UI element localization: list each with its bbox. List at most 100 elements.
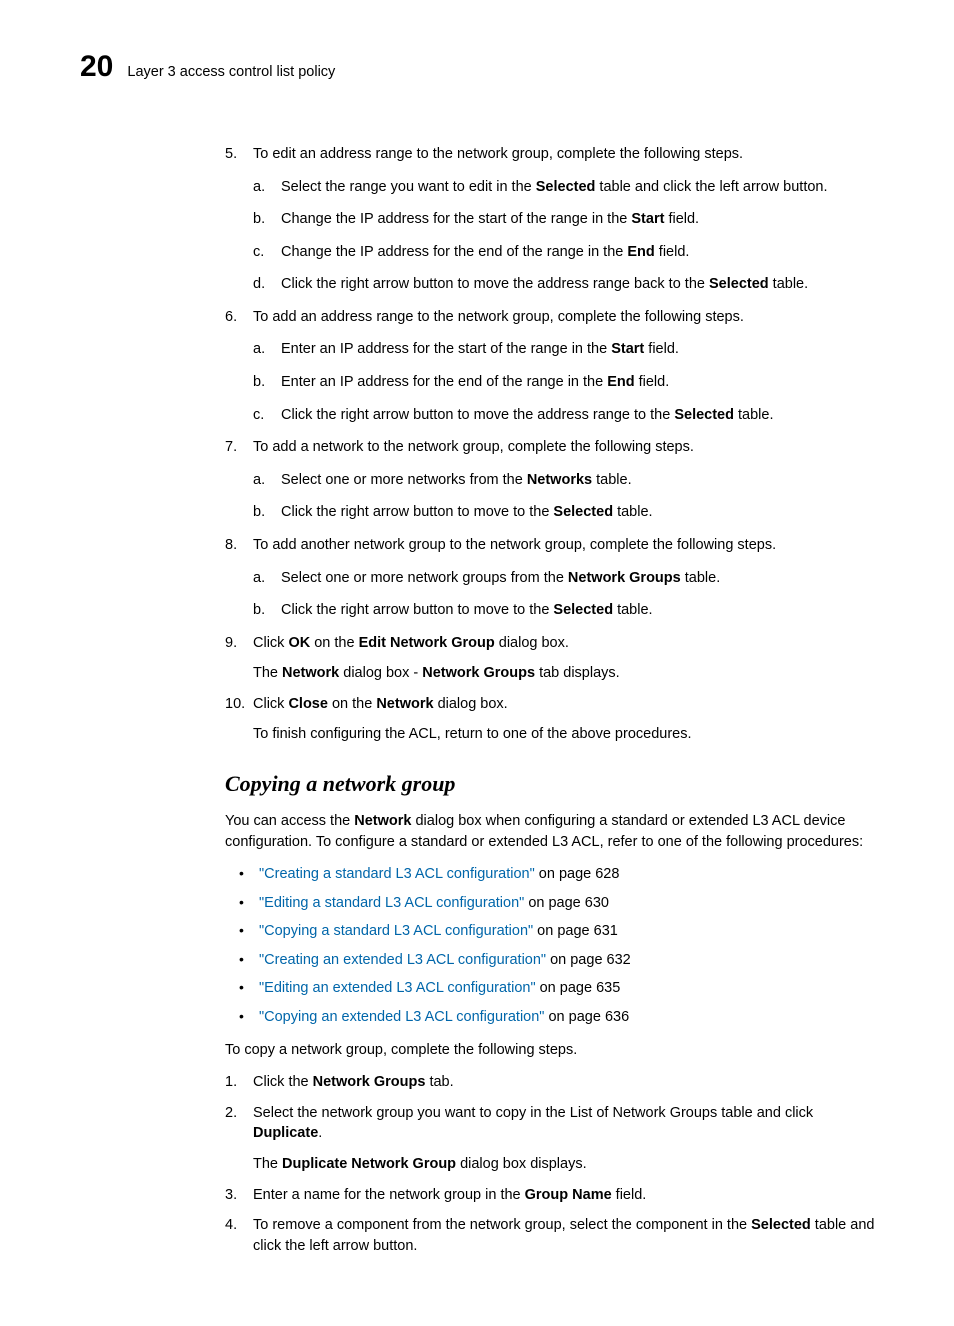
item-text: Enter a name for the network group in th… [253,1187,646,1203]
body-text: To copy a network group, complete the fo… [225,1040,884,1061]
text: dialog box - [339,665,422,681]
follow-text: The Network dialog box - Network Groups … [253,663,884,684]
text: You can access the [225,813,354,829]
list-item: "Copying a standard L3 ACL configuration… [225,921,884,942]
item-text: To add another network group to the netw… [253,537,776,553]
list-item: 8. To add another network group to the ne… [225,535,884,621]
bold-text: Selected [553,602,613,618]
bold-text: Selected [751,1217,811,1233]
list-item: "Creating a standard L3 ACL configuratio… [225,864,884,885]
text: Enter an IP address for the start of the… [281,341,611,357]
list-item: 4. To remove a component from the network… [225,1215,884,1256]
list-item: d. Click the right arrow button to move t… [253,274,884,295]
item-text: Select the network group you want to cop… [253,1105,813,1142]
cross-reference-link[interactable]: "Copying an extended L3 ACL configuratio… [259,1009,544,1025]
item-number: 5. [225,144,237,165]
text: table. [681,570,721,586]
item-number: 10. [225,694,245,715]
list-item: 3. Enter a name for the network group in … [225,1185,884,1206]
text: Select one or more networks from the [281,472,527,488]
list-item: c.Click the right arrow button to move t… [253,405,884,426]
text: Click [253,696,288,712]
text: table. [734,407,774,423]
bold-text: Selected [553,504,613,520]
item-text: Click the right arrow button to move the… [281,276,808,292]
bold-text: Close [288,696,328,712]
list-item: b.Change the IP address for the start of… [253,209,884,230]
item-letter: a. [253,470,265,491]
item-text: Click the right arrow button to move the… [281,407,773,423]
item-number: 6. [225,307,237,328]
cross-reference-link[interactable]: "Creating a standard L3 ACL configuratio… [259,866,535,882]
section-heading: Copying a network group [225,771,884,797]
item-number: 3. [225,1185,237,1206]
text: field. [612,1187,647,1203]
list-item: 10. Click Close on the Network dialog box… [225,694,884,745]
bold-text: Selected [709,276,769,292]
bold-text: Duplicate Network Group [282,1156,456,1172]
text: dialog box displays. [456,1156,587,1172]
bold-text: OK [288,635,310,651]
text: on page 636 [544,1009,629,1025]
text: Select one or more network groups from t… [281,570,568,586]
list-item: b. Enter an IP address for the end of the… [253,372,884,393]
list-item: a.Select one or more network groups from… [253,568,884,589]
text: Click the right arrow button to move the… [281,407,674,423]
item-letter: d. [253,274,265,295]
text: table. [613,504,653,520]
bold-text: Network Groups [313,1074,426,1090]
bold-text: Edit Network Group [359,635,495,651]
list-item: 9.Click OK on the Edit Network Group dia… [225,633,884,684]
item-text: Click the right arrow button to move to … [281,504,653,520]
text: Click the [253,1074,313,1090]
text: Enter an IP address for the end of the r… [281,374,607,390]
item-text: To remove a component from the network g… [253,1217,874,1254]
bold-text: Network [376,696,433,712]
list-item: 1.Click the Network Groups tab. [225,1072,884,1093]
bold-text: Start [631,211,664,227]
text: on page 628 [535,866,620,882]
text: field. [664,211,699,227]
item-letter: b. [253,600,265,621]
numbered-list: 1.Click the Network Groups tab.2.Select … [225,1072,884,1256]
bullet-list: "Creating a standard L3 ACL configuratio… [225,864,884,1027]
item-text: Change the IP address for the end of the… [281,244,689,260]
item-letter: b. [253,372,265,393]
list-item: "Creating an extended L3 ACL configurati… [225,950,884,971]
cross-reference-link[interactable]: "Editing an extended L3 ACL configuratio… [259,980,536,996]
text: on the [310,635,358,651]
item-letter: a. [253,339,265,360]
list-item: "Copying an extended L3 ACL configuratio… [225,1007,884,1028]
text: Change the IP address for the end of the… [281,244,627,260]
item-letter: c. [253,242,264,263]
item-number: 4. [225,1215,237,1236]
text: Enter a name for the network group in th… [253,1187,525,1203]
text: on page 630 [524,895,609,911]
bold-text: End [627,244,654,260]
list-item: a.Select the range you want to edit in t… [253,177,884,198]
sub-list: a. Enter an IP address for the start of t… [253,339,884,425]
text: table. [592,472,632,488]
text: table and click the left arrow button. [595,179,827,195]
text: on page 635 [536,980,621,996]
item-text: To add an address range to the network g… [253,309,744,325]
cross-reference-link[interactable]: "Creating an extended L3 ACL configurati… [259,952,546,968]
text: Click [253,635,288,651]
bold-text: Start [611,341,644,357]
text: To remove a component from the network g… [253,1217,751,1233]
cross-reference-link[interactable]: "Copying a standard L3 ACL configuration… [259,923,533,939]
text: Click the right arrow button to move to … [281,602,553,618]
text: . [318,1125,322,1141]
list-item: 6. To add an address range to the network… [225,307,884,425]
bold-text: Duplicate [253,1125,318,1141]
list-item: "Editing an extended L3 ACL configuratio… [225,978,884,999]
item-text: Click Close on the Network dialog box. [253,696,508,712]
item-number: 8. [225,535,237,556]
item-text: To add a network to the network group, c… [253,439,694,455]
item-number: 1. [225,1072,237,1093]
list-item: a.Select one or more networks from the N… [253,470,884,491]
text: on the [328,696,376,712]
cross-reference-link[interactable]: "Editing a standard L3 ACL configuration… [259,895,524,911]
bold-text: Selected [674,407,734,423]
item-text: Select one or more network groups from t… [281,570,720,586]
